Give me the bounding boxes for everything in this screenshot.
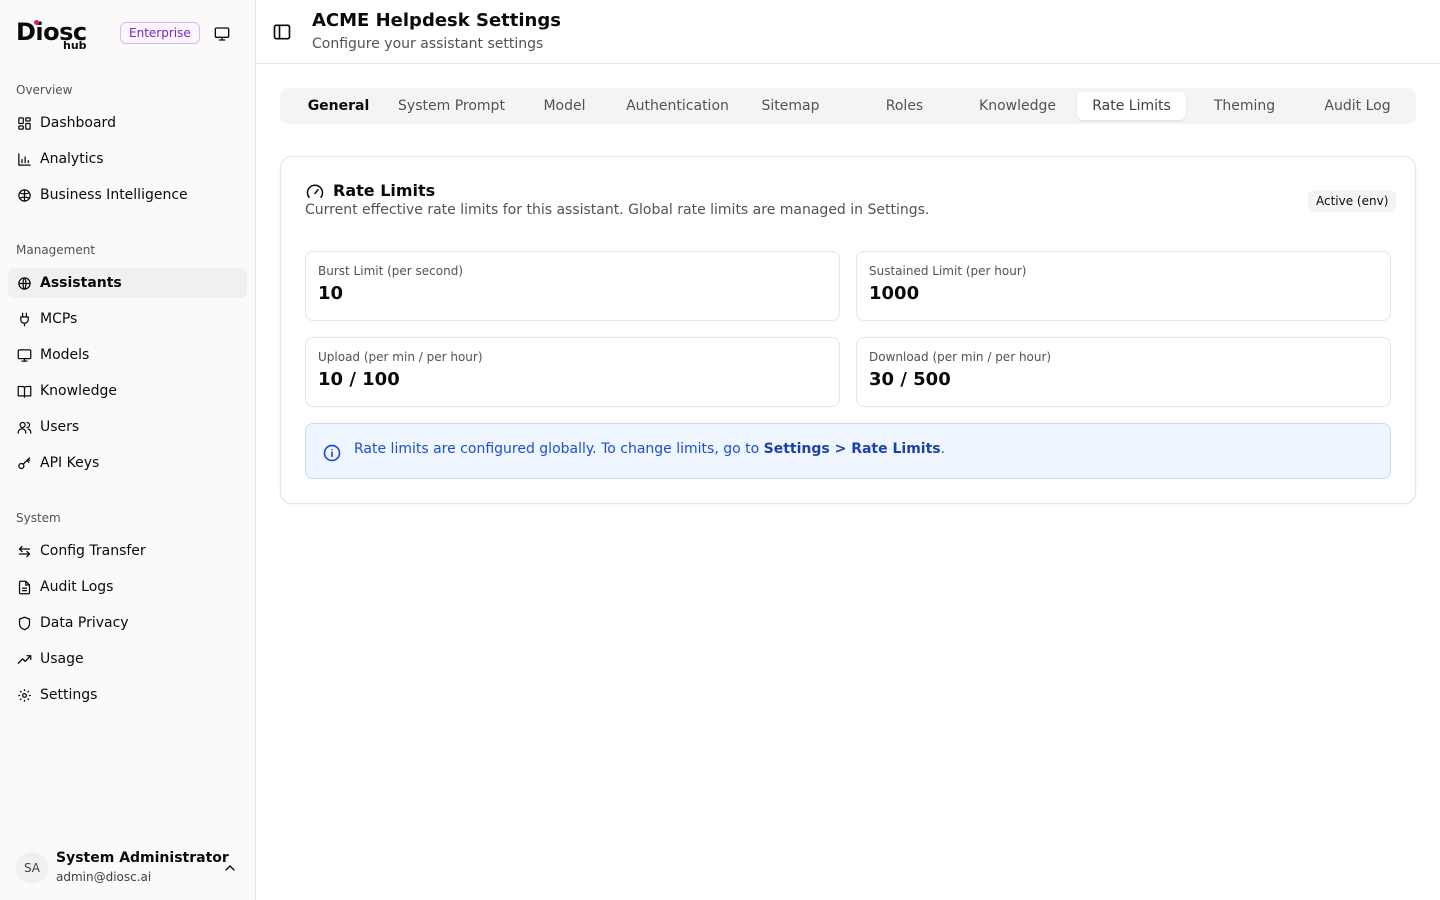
info-suffix: .	[940, 441, 946, 457]
sidebar-toggle-icon[interactable]	[272, 22, 292, 42]
info-alert: Rate limits are configured globally. To …	[305, 423, 1391, 479]
enterprise-badge: Enterprise	[120, 22, 200, 44]
trending-up-icon	[16, 651, 32, 667]
stat-upload: Upload (per min / per hour) 10 / 100	[305, 337, 840, 407]
tab-sitemap[interactable]: Sitemap	[736, 92, 845, 120]
stat-label: Sustained Limit (per hour)	[869, 264, 1027, 278]
logo-sub-text: hub	[63, 39, 87, 52]
settings-rate-limits-link[interactable]: Settings > Rate Limits	[764, 441, 941, 457]
info-text: Rate limits are configured globally. To …	[354, 441, 945, 457]
sidebar-item-dashboard[interactable]: Dashboard	[8, 108, 247, 138]
sidebar-item-label: Audit Logs	[40, 579, 114, 595]
transfer-icon	[16, 543, 32, 559]
page-title: ACME Helpdesk Settings	[312, 10, 561, 31]
chevron-up-icon	[225, 865, 235, 871]
sidebar-item-mcps[interactable]: MCPs	[8, 304, 247, 334]
tab-rate-limits[interactable]: Rate Limits	[1077, 92, 1186, 120]
sidebar-item-usage[interactable]: Usage	[8, 644, 247, 674]
stat-label: Burst Limit (per second)	[318, 264, 464, 278]
page-subtitle: Configure your assistant settings	[312, 36, 544, 52]
sidebar-item-label: Knowledge	[40, 383, 117, 399]
status-badge: Active (env)	[1308, 190, 1397, 212]
sidebar-item-audit-logs[interactable]: Audit Logs	[8, 572, 247, 602]
sidebar-item-label: Dashboard	[40, 115, 116, 131]
logo-dot	[34, 20, 39, 25]
sidebar-item-label: Settings	[40, 687, 98, 703]
card-title: Rate Limits	[333, 181, 436, 200]
tab-knowledge[interactable]: Knowledge	[963, 92, 1072, 120]
users-icon	[16, 419, 32, 435]
tab-theming[interactable]: Theming	[1190, 92, 1299, 120]
sidebar-item-api-keys[interactable]: API Keys	[8, 448, 247, 478]
display-mode-button[interactable]	[210, 22, 234, 46]
shield-icon	[16, 615, 32, 631]
logo[interactable]: Diosc hub	[16, 18, 96, 52]
plug-icon	[16, 311, 32, 327]
settings-tabs: General System Prompt Model Authenticati…	[280, 88, 1416, 124]
file-text-icon	[16, 579, 32, 595]
avatar: SA	[16, 852, 48, 884]
sidebar-item-label: MCPs	[40, 311, 78, 327]
sidebar-item-data-privacy[interactable]: Data Privacy	[8, 608, 247, 638]
gauge-icon	[306, 184, 324, 198]
sidebar-item-label: API Keys	[40, 455, 100, 471]
monitor-icon	[214, 27, 230, 41]
sidebar-item-label: Config Transfer	[40, 543, 146, 559]
page-header: ACME Helpdesk Settings Configure your as…	[256, 0, 1440, 64]
bar-chart-icon	[16, 151, 32, 167]
sidebar-item-label: Data Privacy	[40, 615, 129, 631]
section-label-system: System	[16, 511, 61, 525]
sidebar-item-settings[interactable]: Settings	[8, 680, 247, 710]
brain-icon	[16, 187, 32, 203]
tab-roles[interactable]: Roles	[850, 92, 959, 120]
book-icon	[16, 383, 32, 399]
info-message: Rate limits are configured globally. To …	[354, 441, 764, 457]
gear-icon	[16, 687, 32, 703]
stat-value: 1000	[869, 283, 920, 304]
user-email: admin@diosc.ai	[56, 870, 152, 884]
monitor-icon	[16, 347, 32, 363]
section-label-management: Management	[16, 243, 96, 257]
stat-label: Download (per min / per hour)	[869, 350, 1052, 364]
globe-icon	[16, 275, 32, 291]
sidebar-item-label: Assistants	[40, 275, 122, 291]
user-menu[interactable]: SA System Administrator admin@diosc.ai	[16, 848, 240, 888]
sidebar-item-assistants[interactable]: Assistants	[8, 268, 247, 298]
tab-system-prompt[interactable]: System Prompt	[397, 92, 506, 120]
stat-value: 10	[318, 283, 344, 304]
sidebar-item-analytics[interactable]: Analytics	[8, 144, 247, 174]
stat-label: Upload (per min / per hour)	[318, 350, 483, 364]
sidebar-item-knowledge[interactable]: Knowledge	[8, 376, 247, 406]
rate-limits-card: Rate Limits Current effective rate limit…	[280, 156, 1416, 504]
sidebar-item-config-transfer[interactable]: Config Transfer	[8, 536, 247, 566]
sidebar-item-label: Usage	[40, 651, 84, 667]
key-icon	[16, 455, 32, 471]
stat-value: 30 / 500	[869, 369, 951, 390]
sidebar-item-label: Models	[40, 347, 90, 363]
tab-general[interactable]: General	[284, 92, 393, 120]
stat-burst-limit: Burst Limit (per second) 10	[305, 251, 840, 321]
dashboard-icon	[16, 115, 32, 131]
tab-authentication[interactable]: Authentication	[623, 92, 732, 120]
brand: Diosc hub Enterprise	[16, 14, 240, 54]
tab-model[interactable]: Model	[510, 92, 619, 120]
stat-download: Download (per min / per hour) 30 / 500	[856, 337, 1391, 407]
sidebar-item-models[interactable]: Models	[8, 340, 247, 370]
tab-audit-log[interactable]: Audit Log	[1303, 92, 1412, 120]
stat-sustained-limit: Sustained Limit (per hour) 1000	[856, 251, 1391, 321]
sidebar-item-business-intelligence[interactable]: Business Intelligence	[8, 180, 247, 210]
sidebar-item-label: Users	[40, 419, 80, 435]
section-label-overview: Overview	[16, 83, 73, 97]
sidebar-item-label: Business Intelligence	[40, 187, 188, 203]
sidebar-item-users[interactable]: Users	[8, 412, 247, 442]
stat-value: 10 / 100	[318, 369, 400, 390]
sidebar: Diosc hub Enterprise Overview Dashboard …	[0, 0, 256, 900]
info-icon	[323, 444, 341, 462]
user-name: System Administrator	[56, 850, 229, 866]
card-description: Current effective rate limits for this a…	[305, 202, 930, 218]
sidebar-item-label: Analytics	[40, 151, 104, 167]
